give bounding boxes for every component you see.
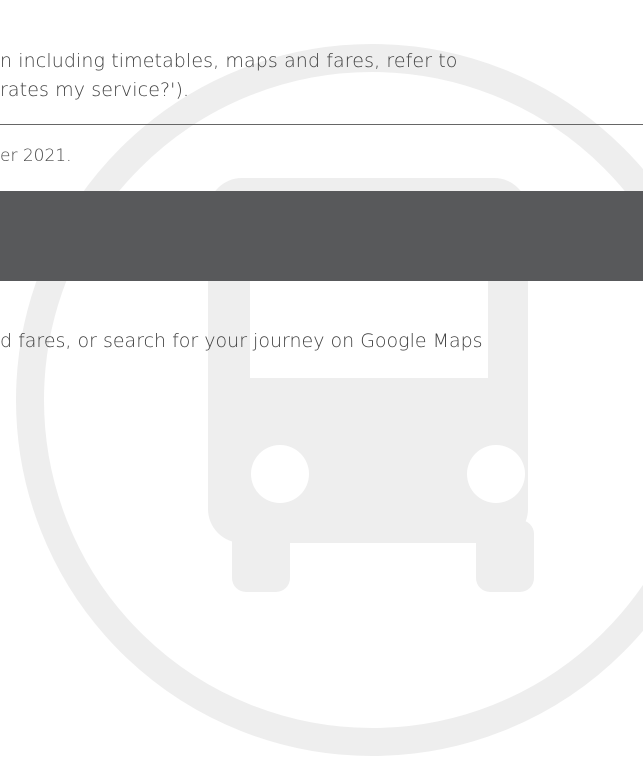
journey-info-text: d fares, or search for your journey on G… <box>0 330 483 352</box>
page-content: n including timetables, maps and fares, … <box>0 0 643 758</box>
last-updated-text: er 2021. <box>0 146 72 166</box>
section-divider <box>0 124 643 125</box>
intro-text-line-2: rates my service?'). <box>0 79 190 101</box>
intro-text-line-1: n including timetables, maps and fares, … <box>0 50 458 72</box>
section-banner <box>0 191 643 281</box>
